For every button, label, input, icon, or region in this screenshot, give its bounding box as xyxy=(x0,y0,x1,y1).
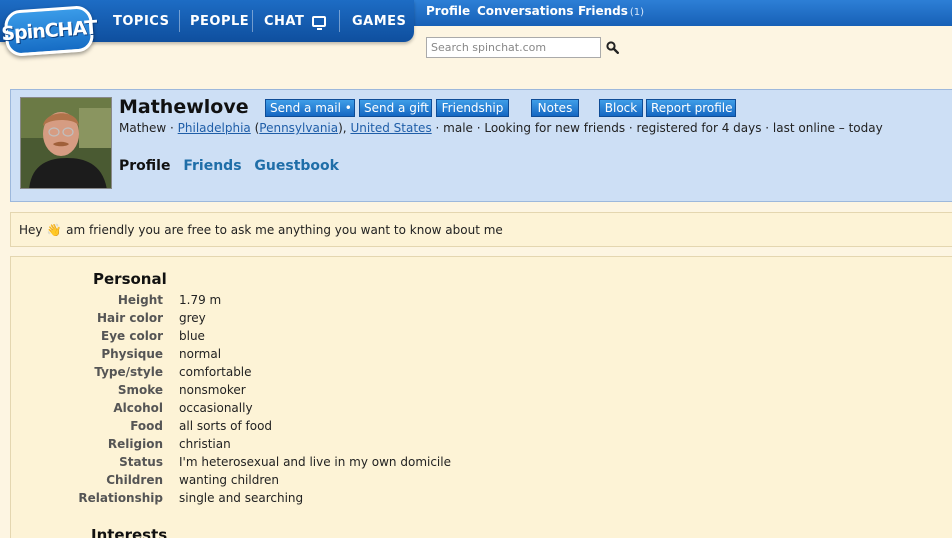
detail-row: Hair color grey xyxy=(11,311,711,329)
detail-row: Alcohol occasionally xyxy=(11,401,711,419)
detail-value: blue xyxy=(179,329,205,343)
section-title-personal: Personal xyxy=(93,270,167,288)
nav-chat[interactable]: CHAT xyxy=(264,0,327,42)
section-title-interests: Interests xyxy=(91,526,168,538)
nav-divider xyxy=(252,10,253,32)
send-gift-button[interactable]: Send a gift xyxy=(359,99,432,117)
detail-label: Food xyxy=(130,419,163,433)
monitor-icon xyxy=(312,15,327,30)
detail-value: comfortable xyxy=(179,365,252,379)
nav-divider xyxy=(179,10,180,32)
status-text-start: Hey xyxy=(19,223,47,237)
detail-row: Food all sorts of food xyxy=(11,419,711,437)
personal-details: Personal Height 1.79 m Hair color grey E… xyxy=(10,256,952,538)
detail-value: nonsmoker xyxy=(179,383,246,397)
detail-label: Eye color xyxy=(101,329,163,343)
top-link-profile[interactable]: Profile xyxy=(426,4,470,18)
detail-label: Smoke xyxy=(117,383,163,397)
search-icon[interactable] xyxy=(606,41,619,54)
meta-paren-close: ), xyxy=(338,121,351,135)
state-link[interactable]: Pennsylvania xyxy=(259,121,338,135)
block-button[interactable]: Block xyxy=(599,99,643,117)
meta-separator: · xyxy=(166,121,178,135)
detail-value: single and searching xyxy=(179,491,304,505)
meta-paren-open: ( xyxy=(250,121,260,135)
status-message: Hey 👋 am friendly you are free to ask me… xyxy=(10,212,952,247)
detail-row: Physique normal xyxy=(11,347,711,365)
detail-label: Physique xyxy=(101,347,163,361)
detail-row: Children wanting children xyxy=(11,473,711,491)
profile-tabs: Profile Friends Guestbook xyxy=(119,158,347,174)
detail-value: normal xyxy=(179,347,222,361)
detail-value: all sorts of food xyxy=(179,419,273,433)
status-text-end: am friendly you are free to ask me anyth… xyxy=(62,223,503,237)
detail-row: Status I'm heterosexual and live in my o… xyxy=(11,455,711,473)
nav-chat-label: CHAT xyxy=(264,13,305,29)
detail-value: occasionally xyxy=(179,401,253,415)
detail-label: Height xyxy=(117,293,163,307)
detail-label: Hair color xyxy=(97,311,163,325)
detail-row: Religion christian xyxy=(11,437,711,455)
city-link[interactable]: Philadelphia xyxy=(178,121,251,135)
detail-label: Relationship xyxy=(78,491,163,505)
detail-value: 1.79 m xyxy=(179,293,222,307)
nav-people[interactable]: PEOPLE xyxy=(190,0,249,42)
tab-profile[interactable]: Profile xyxy=(119,158,170,174)
detail-value: wanting children xyxy=(179,473,279,487)
profile-meta-details: · male · Looking for new friends · regis… xyxy=(431,121,883,135)
detail-label: Religion xyxy=(107,437,163,451)
send-mail-button[interactable]: Send a mail • xyxy=(265,99,355,117)
friends-count-badge: (1) xyxy=(629,7,645,18)
spinchat-logo[interactable]: SpinCHAT xyxy=(1,4,97,58)
country-link[interactable]: United States xyxy=(350,121,431,135)
profile-first-name: Mathew xyxy=(119,121,167,135)
nav-people-label: PEOPLE xyxy=(190,13,250,29)
avatar-photo xyxy=(21,98,111,188)
top-link-conversations[interactable]: Conversations xyxy=(477,4,574,18)
nav-games-label: GAMES xyxy=(352,13,407,29)
top-link-friends-label: Friends xyxy=(578,4,628,18)
nav-topics-label: TOPICS xyxy=(113,13,170,29)
nav-divider xyxy=(339,10,340,32)
profile-header: Mathewlove Send a mail • Send a gift Fri… xyxy=(10,89,952,202)
waving-hand-icon: 👋 xyxy=(46,223,62,237)
detail-label: Type/style xyxy=(94,365,163,379)
tab-friends[interactable]: Friends xyxy=(183,158,241,174)
nav-topics[interactable]: TOPICS xyxy=(113,0,169,42)
nav-games[interactable]: GAMES xyxy=(352,0,406,42)
profile-meta: Mathew · Philadelphia (Pennsylvania), Un… xyxy=(119,121,883,135)
search-input[interactable] xyxy=(426,37,601,58)
avatar[interactable] xyxy=(20,97,112,189)
detail-row: Relationship single and searching xyxy=(11,491,711,509)
detail-label: Children xyxy=(106,473,163,487)
report-profile-button[interactable]: Report profile xyxy=(646,99,736,117)
friendship-button[interactable]: Friendship xyxy=(436,99,509,117)
detail-value: christian xyxy=(179,437,231,451)
notes-button[interactable]: Notes xyxy=(531,99,579,117)
profile-username: Mathewlove xyxy=(119,96,249,118)
detail-label: Status xyxy=(119,455,163,469)
detail-row: Eye color blue xyxy=(11,329,711,347)
detail-value: I'm heterosexual and live in my own domi… xyxy=(179,455,451,469)
detail-label: Alcohol xyxy=(113,401,163,415)
detail-row: Height 1.79 m xyxy=(11,293,711,311)
detail-row: Smoke nonsmoker xyxy=(11,383,711,401)
detail-value: grey xyxy=(179,311,206,325)
tab-guestbook[interactable]: Guestbook xyxy=(254,158,339,174)
top-link-friends[interactable]: Friends (1) xyxy=(578,4,644,18)
detail-row: Type/style comfortable xyxy=(11,365,711,383)
